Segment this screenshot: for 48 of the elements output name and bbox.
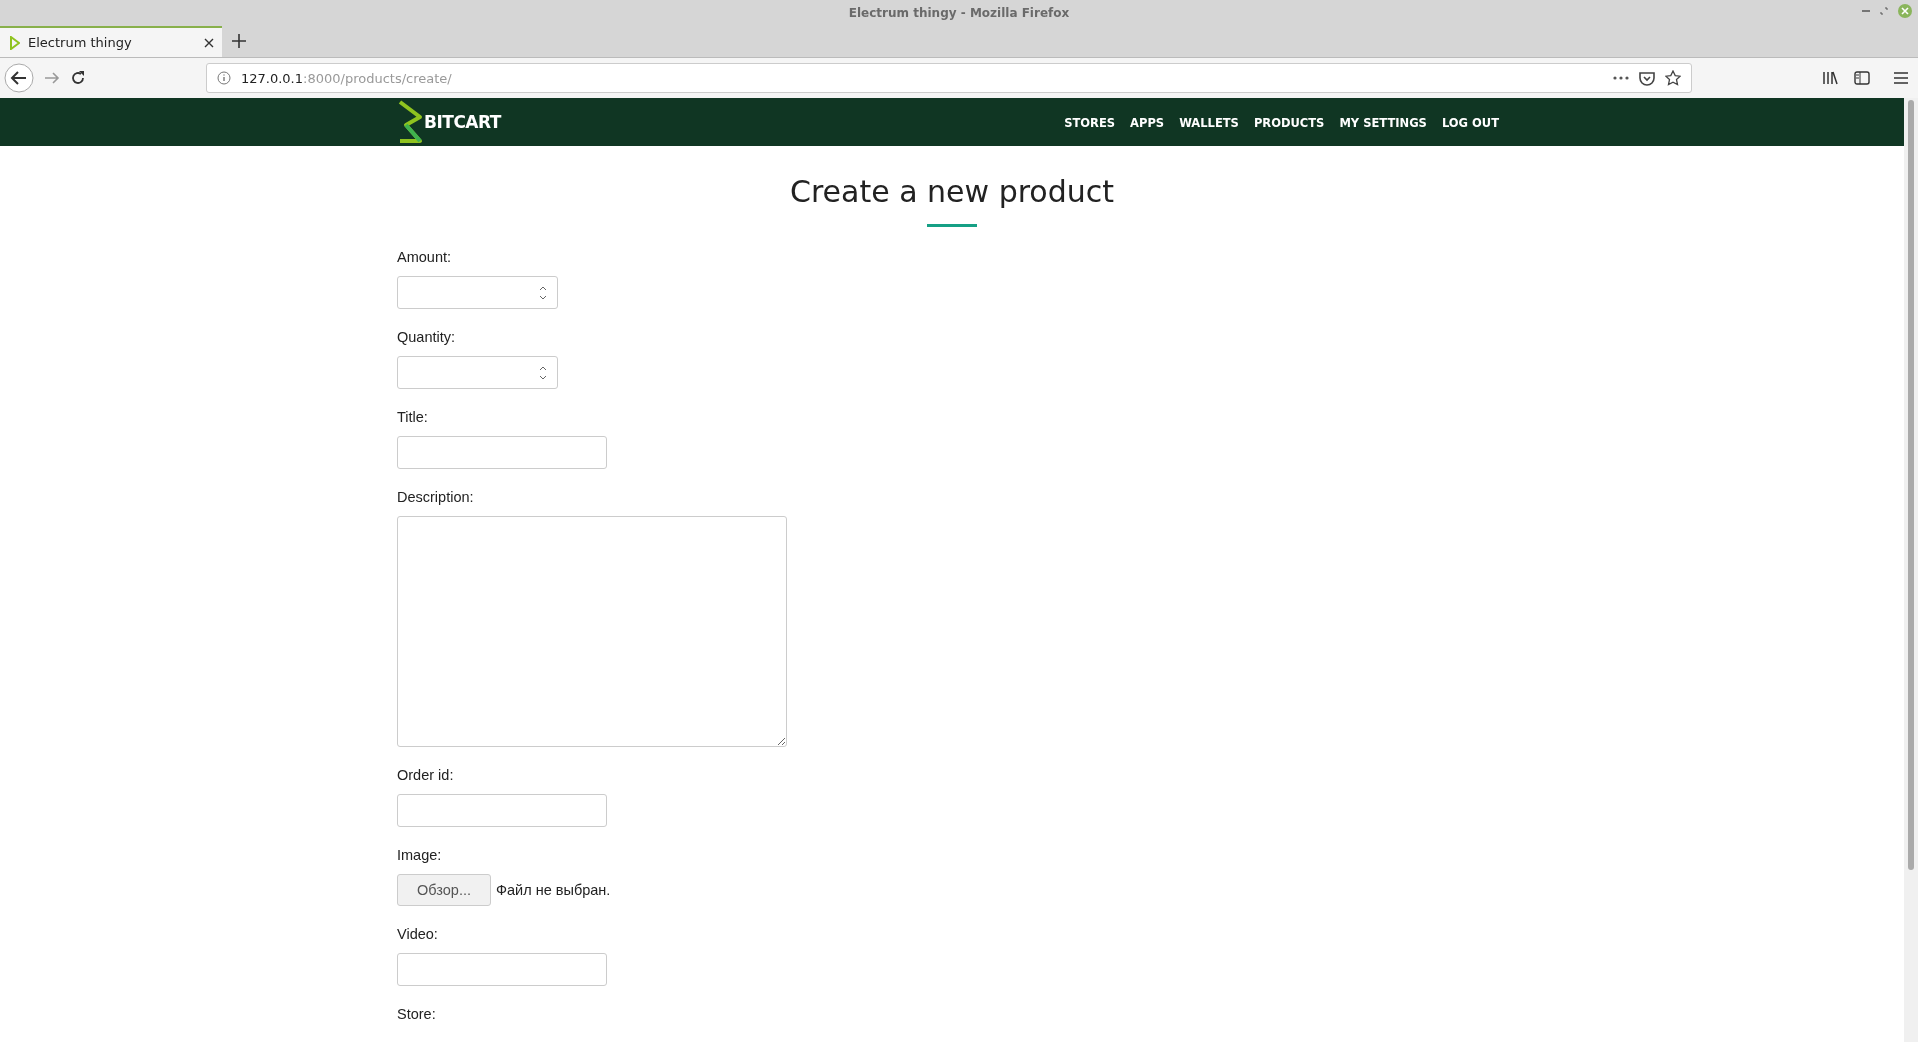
bitcart-logo[interactable]: BITCART <box>397 99 501 145</box>
spinner-icon[interactable] <box>539 365 547 380</box>
forward-icon[interactable] <box>44 71 60 85</box>
library-icon[interactable] <box>1822 71 1838 85</box>
field-label: Quantity: <box>397 328 457 347</box>
field-label: Store: <box>397 1005 437 1024</box>
heading-underline <box>927 224 977 227</box>
nav-link[interactable]: MY SETTINGS <box>1339 116 1427 130</box>
text-field[interactable] <box>397 436 607 469</box>
browse-button[interactable]: Обзор... <box>397 874 491 906</box>
field-label: Video: <box>397 925 439 944</box>
star-icon[interactable] <box>1665 70 1681 86</box>
address-bar[interactable]: 127.0.0.1:8000/products/create/ <box>206 63 1692 93</box>
back-icon[interactable] <box>4 63 34 93</box>
menu-icon[interactable] <box>1894 72 1908 84</box>
info-icon[interactable] <box>217 71 231 85</box>
spinner-icon[interactable] <box>539 285 547 300</box>
new-tab-icon[interactable] <box>232 34 246 48</box>
sidebar-icon[interactable] <box>1854 71 1870 85</box>
reload-icon[interactable] <box>70 70 86 86</box>
number-field[interactable] <box>397 276 558 309</box>
restore-icon[interactable] <box>1880 7 1888 15</box>
field-label: Image: <box>397 846 443 865</box>
scrollbar[interactable] <box>1904 98 1918 1042</box>
nav-link[interactable]: LOG OUT <box>1441 116 1499 130</box>
field-label: Order id: <box>397 766 455 785</box>
window-title: Electrum thingy - Mozilla Firefox <box>848 5 1070 20</box>
text-field[interactable] <box>397 953 607 986</box>
description-field[interactable] <box>397 516 787 747</box>
number-field[interactable] <box>397 356 558 389</box>
field-label: Amount: <box>397 248 452 267</box>
close-icon[interactable] <box>204 37 214 48</box>
nav-link[interactable]: APPS <box>1130 116 1165 130</box>
nav-link[interactable]: PRODUCTS <box>1253 116 1325 130</box>
b-logo-icon[interactable] <box>397 99 423 145</box>
file-status: Файл не выбран. <box>496 882 611 898</box>
nav-link[interactable]: STORES <box>1064 116 1116 130</box>
more-icon[interactable] <box>1613 76 1629 80</box>
minimize-icon[interactable] <box>1862 7 1870 15</box>
field-label: Description: <box>397 488 475 507</box>
nav-link[interactable]: WALLETS <box>1179 116 1239 130</box>
field-label: Title: <box>397 408 429 427</box>
url-text: 127.0.0.1:8000/products/create/ <box>241 70 453 86</box>
browser-tab[interactable]: Electrum thingy <box>0 26 222 57</box>
pocket-icon[interactable] <box>1639 70 1655 86</box>
tab-title: Electrum thingy <box>28 35 133 50</box>
text-field[interactable] <box>397 794 607 827</box>
page-heading: Create a new product <box>788 173 1116 211</box>
